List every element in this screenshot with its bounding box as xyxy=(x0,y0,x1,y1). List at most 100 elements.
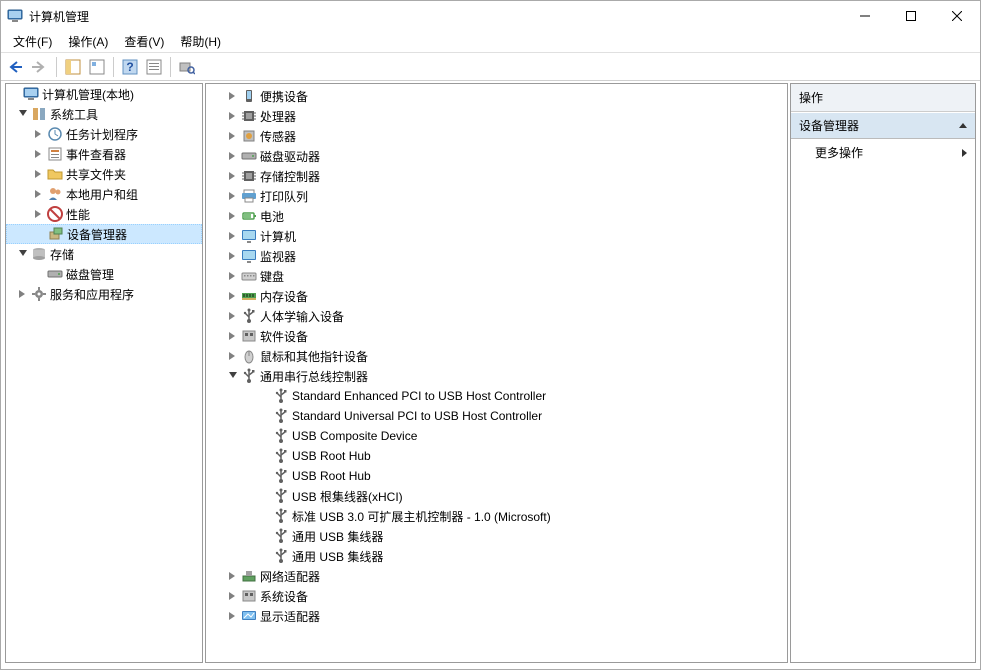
device-label: 打印队列 xyxy=(260,188,314,205)
tree-label: 性能 xyxy=(66,206,96,223)
device-tree[interactable]: 便携设备处理器传感器磁盘驱动器存储控制器打印队列电池计算机监视器键盘内存设备人体… xyxy=(206,84,787,662)
device-item[interactable]: Standard Universal PCI to USB Host Contr… xyxy=(206,406,787,426)
device-icon xyxy=(273,548,289,564)
device-category-portable[interactable]: 便携设备 xyxy=(206,86,787,106)
device-category-processors[interactable]: 处理器 xyxy=(206,106,787,126)
device-label: 键盘 xyxy=(260,268,290,285)
device-category-display[interactable]: 显示适配器 xyxy=(206,606,787,626)
help-button[interactable]: ? xyxy=(119,56,141,78)
expand-icon[interactable] xyxy=(226,89,240,103)
expand-icon[interactable] xyxy=(226,609,240,623)
device-icon xyxy=(241,88,257,104)
device-item[interactable]: USB Root Hub xyxy=(206,466,787,486)
expand-icon[interactable] xyxy=(226,309,240,323)
expand-icon[interactable] xyxy=(32,127,46,141)
device-category-storage_ctrl[interactable]: 存储控制器 xyxy=(206,166,787,186)
device-item[interactable]: 标准 USB 3.0 可扩展主机控制器 - 1.0 (Microsoft) xyxy=(206,506,787,526)
device-category-mice[interactable]: 鼠标和其他指针设备 xyxy=(206,346,787,366)
tree-shared-folders[interactable]: 共享文件夹 xyxy=(6,164,202,184)
tree-services-apps[interactable]: 服务和应用程序 xyxy=(6,284,202,304)
menu-action[interactable]: 操作(A) xyxy=(60,31,116,52)
device-label: USB 根集线器(xHCI) xyxy=(292,488,409,505)
device-category-computer[interactable]: 计算机 xyxy=(206,226,787,246)
tree-task-scheduler[interactable]: 任务计划程序 xyxy=(6,124,202,144)
device-category-usb_ctrl[interactable]: 通用串行总线控制器 xyxy=(206,366,787,386)
device-label: 存储控制器 xyxy=(260,168,326,185)
expand-icon[interactable] xyxy=(32,187,46,201)
device-category-print_queues[interactable]: 打印队列 xyxy=(206,186,787,206)
maximize-button[interactable] xyxy=(888,1,934,31)
menubar: 文件(F) 操作(A) 查看(V) 帮助(H) xyxy=(1,31,980,53)
menu-file[interactable]: 文件(F) xyxy=(5,31,60,52)
device-category-system_dev[interactable]: 系统设备 xyxy=(206,586,787,606)
minimize-button[interactable] xyxy=(842,1,888,31)
console-tree-pane: 计算机管理(本地) 系统工具 任务计划程序 xyxy=(5,83,203,663)
collapse-icon[interactable] xyxy=(16,247,30,261)
expand-icon[interactable] xyxy=(226,189,240,203)
tree-system-tools[interactable]: 系统工具 xyxy=(6,104,202,124)
scan-hardware-button[interactable] xyxy=(176,56,198,78)
tree-event-viewer[interactable]: 事件查看器 xyxy=(6,144,202,164)
device-item[interactable]: USB Composite Device xyxy=(206,426,787,446)
menu-view[interactable]: 查看(V) xyxy=(116,31,172,52)
device-category-monitors[interactable]: 监视器 xyxy=(206,246,787,266)
collapse-icon[interactable] xyxy=(226,369,240,383)
expand-icon[interactable] xyxy=(32,207,46,221)
expand-icon[interactable] xyxy=(226,249,240,263)
expand-icon[interactable] xyxy=(226,329,240,343)
tree-root[interactable]: 计算机管理(本地) xyxy=(6,84,202,104)
expand-icon[interactable] xyxy=(226,169,240,183)
expand-icon[interactable] xyxy=(226,269,240,283)
properties-button[interactable] xyxy=(86,56,108,78)
close-button[interactable] xyxy=(934,1,980,31)
device-category-software_dev[interactable]: 软件设备 xyxy=(206,326,787,346)
menu-help[interactable]: 帮助(H) xyxy=(172,31,229,52)
device-category-memory[interactable]: 内存设备 xyxy=(206,286,787,306)
expand-icon[interactable] xyxy=(226,589,240,603)
event-icon xyxy=(47,146,63,162)
device-icon xyxy=(241,608,257,624)
show-hide-tree-button[interactable] xyxy=(62,56,84,78)
device-item[interactable]: USB Root Hub xyxy=(206,446,787,466)
device-item[interactable]: 通用 USB 集线器 xyxy=(206,546,787,566)
computer-icon xyxy=(23,86,39,102)
device-label: 系统设备 xyxy=(260,588,314,605)
expand-icon[interactable] xyxy=(226,109,240,123)
actions-more[interactable]: 更多操作 xyxy=(791,139,975,166)
expand-icon[interactable] xyxy=(226,229,240,243)
expand-icon[interactable] xyxy=(32,147,46,161)
device-icon xyxy=(241,228,257,244)
nav-back-button[interactable] xyxy=(5,56,27,78)
device-category-network[interactable]: 网络适配器 xyxy=(206,566,787,586)
device-label: 内存设备 xyxy=(260,288,314,305)
toolbar-separator xyxy=(113,57,114,77)
device-category-keyboards[interactable]: 键盘 xyxy=(206,266,787,286)
expand-icon[interactable] xyxy=(226,349,240,363)
device-item[interactable]: 通用 USB 集线器 xyxy=(206,526,787,546)
collapse-icon[interactable] xyxy=(16,107,30,121)
tree-performance[interactable]: 性能 xyxy=(6,204,202,224)
device-icon xyxy=(241,308,257,324)
nav-forward-button[interactable] xyxy=(29,56,51,78)
expand-icon[interactable] xyxy=(16,287,30,301)
expand-icon[interactable] xyxy=(226,129,240,143)
device-category-batteries[interactable]: 电池 xyxy=(206,206,787,226)
device-category-hid[interactable]: 人体学输入设备 xyxy=(206,306,787,326)
expand-icon[interactable] xyxy=(226,149,240,163)
expand-icon[interactable] xyxy=(226,569,240,583)
toolbar-button[interactable] xyxy=(143,56,165,78)
tree-local-users[interactable]: 本地用户和组 xyxy=(6,184,202,204)
tree-device-manager[interactable]: 设备管理器 xyxy=(6,224,202,244)
tree-label: 共享文件夹 xyxy=(66,166,132,183)
expand-icon[interactable] xyxy=(226,209,240,223)
device-category-disk_drives[interactable]: 磁盘驱动器 xyxy=(206,146,787,166)
device-item[interactable]: Standard Enhanced PCI to USB Host Contro… xyxy=(206,386,787,406)
device-item[interactable]: USB 根集线器(xHCI) xyxy=(206,486,787,506)
tree-disk-mgmt[interactable]: 磁盘管理 xyxy=(6,264,202,284)
actions-section[interactable]: 设备管理器 xyxy=(791,112,975,139)
tree-label: 事件查看器 xyxy=(66,146,132,163)
expand-icon[interactable] xyxy=(32,167,46,181)
expand-icon[interactable] xyxy=(226,289,240,303)
device-category-sensors[interactable]: 传感器 xyxy=(206,126,787,146)
tree-storage[interactable]: 存储 xyxy=(6,244,202,264)
